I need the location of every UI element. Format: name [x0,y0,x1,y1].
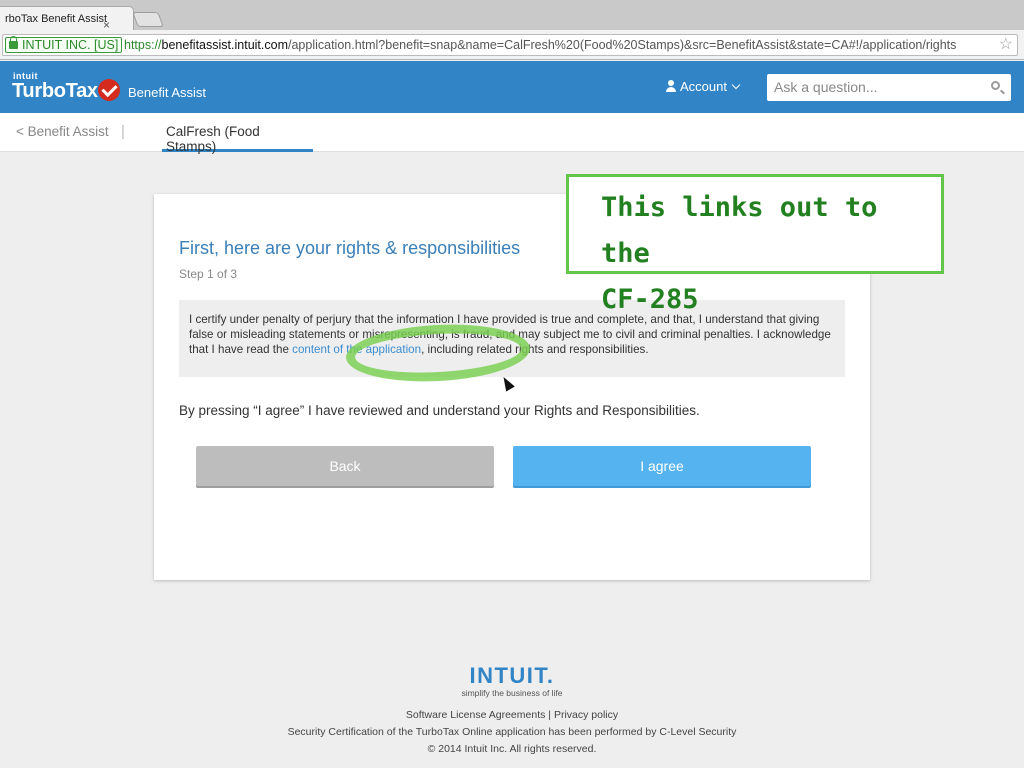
checkmark-logo-icon [98,79,120,101]
privacy-policy-link[interactable]: Privacy policy [554,709,618,721]
security-certification-text: Security Certification of the TurboTax O… [287,726,737,738]
account-menu[interactable]: Account [666,79,741,94]
url-path: /application.html?benefit=snap&name=CalF… [287,38,957,52]
bookmark-star-icon[interactable]: ☆ [999,36,1013,54]
copyright-text: © 2014 Intuit Inc. All rights reserved. [427,743,597,755]
annotation-line-1: This links out to the [601,192,878,269]
annotation-callout: This links out to the CF-285 [566,174,944,315]
ev-certificate-badge[interactable]: INTUIT INC. [US] [5,36,123,53]
footer-intuit-logo: INTUIT. [469,663,555,688]
footer-tagline: simplify the business of life [461,688,563,698]
back-to-benefit-assist-link[interactable]: < Benefit Assist [16,124,109,139]
new-tab-button[interactable] [132,12,164,27]
step-indicator: Step 1 of 3 [179,267,238,281]
person-icon [666,80,676,92]
i-agree-button[interactable]: I agree [513,446,811,486]
page-title: First, here are your rights & responsibi… [179,238,521,258]
turbotax-logo[interactable]: TurboTax [12,80,98,103]
search-input[interactable] [767,74,977,99]
address-bar[interactable]: INTUIT INC. [US] https://benefitassist.i… [2,34,1018,56]
footer-links: Software License Agreements | Privacy po… [0,709,1024,721]
agreement-text: By pressing “I agree” I have reviewed an… [179,403,700,418]
app-header: intuit TurboTax Benefit Assist Account [0,61,1024,113]
browser-tab-title: rboTax Benefit Assist [5,13,108,25]
back-button[interactable]: Back [196,446,494,486]
chevron-down-icon [731,80,741,90]
url-domain: benefitassist.intuit.com [161,38,288,52]
tab-calfresh[interactable]: CalFresh (Food Stamps) [162,113,313,154]
browser-toolbar: INTUIT INC. [US] https://benefitassist.i… [0,30,1024,60]
nav-separator: | [121,123,125,140]
account-label: Account [680,79,727,94]
annotation-line-2: CF-285 [601,284,699,315]
sub-navigation: < Benefit Assist | CalFresh (Food Stamps… [0,113,1024,154]
lock-icon [9,36,18,49]
browser-tabstrip: rboTax Benefit Assist × [0,0,1024,30]
url-scheme: https:// [124,38,162,52]
browser-tab[interactable]: rboTax Benefit Assist × [0,6,134,30]
close-tab-icon[interactable]: × [103,18,110,30]
product-name: Benefit Assist [128,85,207,100]
license-agreements-link[interactable]: Software License Agreements [406,709,546,721]
ev-label: INTUIT INC. [US] [22,38,119,52]
search-box [767,74,1011,101]
search-icon[interactable] [991,81,1000,90]
footer-link-separator: | [545,709,554,721]
url-text[interactable]: https://benefitassist.intuit.com/applica… [124,38,956,53]
